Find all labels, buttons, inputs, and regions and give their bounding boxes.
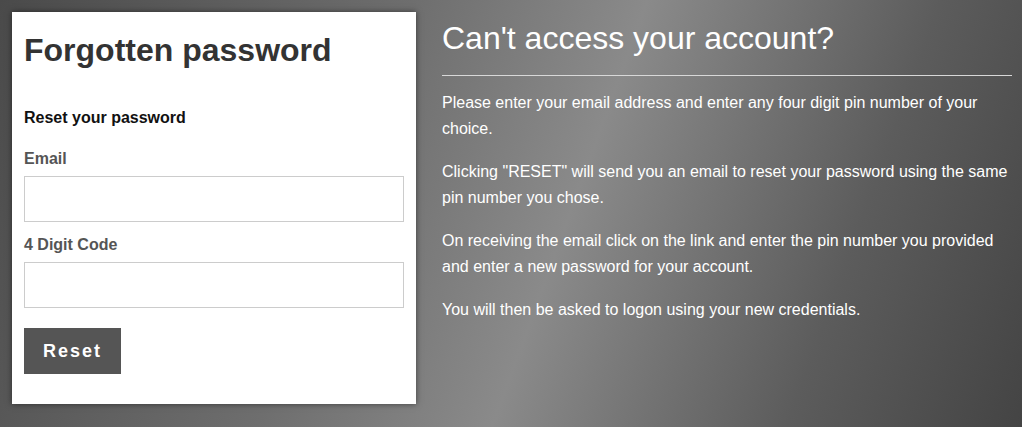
form-field: 4 Digit Code (24, 235, 404, 308)
field-label: Email (24, 149, 404, 169)
info-heading: Can't access your account? (442, 18, 1012, 58)
reset-button[interactable]: Reset (24, 328, 121, 374)
field-label: 4 Digit Code (24, 235, 404, 255)
form-field: Email (24, 149, 404, 222)
reset-card: Forgotten password Reset your password E… (12, 12, 416, 404)
text-input[interactable] (24, 262, 404, 308)
info-paragraph: On receiving the email click on the link… (442, 228, 1012, 280)
info-panel: Can't access your account? Please enter … (442, 12, 1012, 323)
info-paragraph: Please enter your email address and ente… (442, 90, 1012, 142)
text-input[interactable] (24, 176, 404, 222)
info-paragraph: Clicking "RESET" will send you an email … (442, 159, 1012, 211)
info-paragraph: You will then be asked to logon using yo… (442, 297, 1012, 323)
divider (442, 75, 1012, 76)
card-subtitle: Reset your password (24, 108, 404, 128)
card-title: Forgotten password (24, 30, 404, 70)
background-photo: Forgotten password Reset your password E… (0, 0, 1022, 427)
